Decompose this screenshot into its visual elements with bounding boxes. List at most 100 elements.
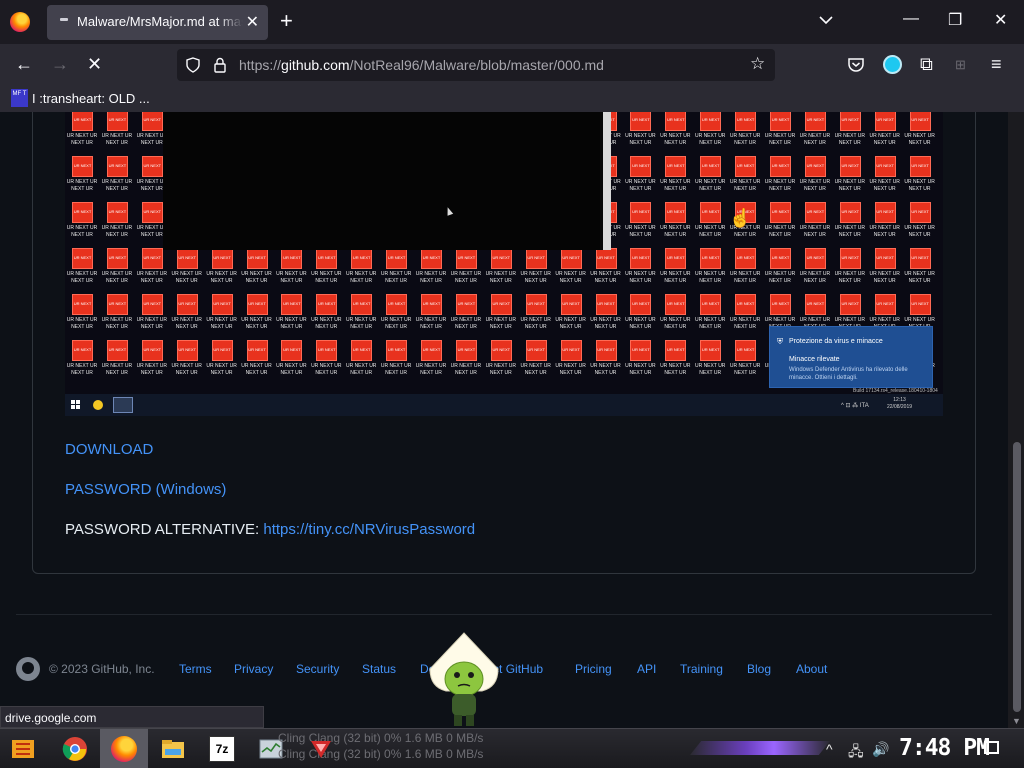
7zip-icon[interactable]: 7z — [209, 736, 235, 762]
desktop-icon: UR NEXT UR NEXT UR NEXT UR — [100, 246, 134, 292]
footer-link-privacy[interactable]: Privacy — [234, 662, 273, 676]
desktop-icon: UR NEXT UR NEXT UR NEXT UR — [100, 292, 134, 338]
network-icon[interactable]: 🖧 — [848, 741, 864, 765]
footer-link-training[interactable]: Training — [680, 662, 723, 676]
footer-link-terms[interactable]: Terms — [179, 662, 212, 676]
red-file-icon: UR NEXT — [106, 202, 128, 223]
inner-taskbar: ^ ⊡ ⁂ ITA 12:13 22/08/2019 — [65, 394, 943, 416]
lock-icon[interactable] — [213, 57, 227, 73]
desktop-icon-label: UR NEXT UR NEXT UR — [345, 363, 377, 376]
desktop-icon-label: UR NEXT UR NEXT UR — [415, 363, 447, 376]
back-arrow-icon[interactable]: ← — [15, 54, 33, 75]
github-logo-icon[interactable] — [16, 657, 40, 681]
desktop-icon: UR NEXT UR NEXT UR NEXT UR — [833, 246, 867, 292]
scrollbar-thumb[interactable] — [1013, 442, 1021, 712]
desktop-icon-label: UR NEXT UR NEXT UR — [694, 179, 726, 192]
desktop-icon: UR NEXT UR NEXT UR NEXT UR — [693, 246, 727, 292]
tray-chevron-icon[interactable]: ^ — [826, 741, 833, 757]
desktop-icon: UR NEXT UR NEXT UR NEXT UR — [868, 246, 902, 292]
red-file-icon: UR NEXT — [770, 202, 791, 223]
desktop-icon: UR NEXT UR NEXT UR NEXT UR — [728, 246, 762, 292]
footer-link-pricing[interactable]: Pricing — [575, 662, 612, 676]
desktop-icon-label: UR NEXT UR NEXT UR — [345, 271, 377, 284]
desktop-icon-label: UR NEXT UR NEXT UR — [660, 271, 691, 284]
file-explorer-icon[interactable] — [160, 736, 186, 762]
firefox-menu-icon[interactable] — [10, 12, 30, 32]
extension-icon[interactable]: ⊞ — [955, 57, 966, 73]
red-file-icon: UR NEXT — [804, 248, 826, 269]
desktop-icon-label: UR NEXT UR NEXT UR — [904, 179, 935, 192]
browser-tab-bar: Malware/MrsMajor.md at master ✕ + — ❐ ✕ — [0, 0, 1024, 44]
red-file-icon: UR NEXT — [630, 112, 652, 131]
desktop-icon-label: UR NEXT UR NEXT UR — [660, 133, 691, 146]
tab-list-chevron-icon[interactable] — [817, 11, 835, 29]
desktop-icon: UR NEXT UR NEXT UR NEXT UR — [484, 246, 518, 292]
footer-link-security[interactable]: Security — [296, 662, 339, 676]
extensions-puzzle-icon[interactable]: ⧉ — [920, 54, 933, 75]
close-window-icon[interactable]: ✕ — [994, 10, 1007, 30]
red-file-icon: UR NEXT — [141, 340, 163, 361]
bookmark-star-icon[interactable]: ☆ — [750, 54, 765, 74]
desktop-icon: UR NEXT UR NEXT UR NEXT UR — [240, 246, 274, 292]
page-scrollbar[interactable]: ▼ — [1008, 112, 1024, 728]
taskbar-clock[interactable]: 7:48 PM — [899, 735, 990, 761]
red-app-icon[interactable] — [308, 736, 334, 762]
red-file-icon: UR NEXT — [804, 294, 826, 315]
desktop-icon-label: UR NEXT UR NEXT UR — [625, 271, 656, 284]
screen: Malware/MrsMajor.md at master ✕ + — ❐ ✕ … — [0, 0, 1024, 768]
desktop-icon: UR NEXT UR NEXT UR NEXT UR — [623, 112, 657, 154]
bookmark-item[interactable]: I :transheart: OLD ... — [32, 91, 150, 106]
red-file-icon: UR NEXT — [909, 248, 931, 269]
password-alt-link[interactable]: https://tiny.cc/NRVirusPassword — [263, 521, 475, 538]
restore-icon[interactable]: ❐ — [948, 10, 962, 30]
desktop-icon: UR NEXT UR NEXT UR NEXT UR — [623, 338, 657, 384]
minimize-icon[interactable]: — — [903, 10, 919, 28]
password-windows-link[interactable]: PASSWORD (Windows) — [65, 481, 226, 498]
volume-icon[interactable]: 🔊 — [872, 741, 889, 758]
desktop-icon: UR NEXT UR NEXT UR NEXT UR — [798, 246, 832, 292]
red-file-icon: UR NEXT — [560, 294, 582, 315]
account-avatar-icon[interactable] — [883, 55, 902, 74]
red-file-icon: UR NEXT — [421, 294, 442, 315]
desktop-icon: UR NEXT UR NEXT UR NEXT UR — [903, 112, 937, 154]
red-file-icon: UR NEXT — [839, 294, 861, 315]
footer-link-about[interactable]: About — [796, 662, 827, 676]
scroll-down-icon[interactable]: ▼ — [1012, 716, 1021, 726]
desktop-icon-label: UR NEXT UR NEXT UR — [904, 271, 935, 284]
desktop-icon: UR NEXT UR NEXT UR NEXT UR — [344, 292, 378, 338]
desktop-icon: UR NEXT UR NEXT UR NEXT UR — [65, 338, 99, 384]
red-file-icon: UR NEXT — [874, 112, 896, 131]
desktop-icon: UR NEXT UR NEXT UR NEXT UR — [728, 112, 762, 154]
windows-start-icon — [71, 400, 81, 410]
url-bar[interactable]: https://github.com/NotReal96/Malware/blo… — [177, 49, 775, 81]
tab-loading-icon — [60, 18, 68, 21]
red-file-icon: UR NEXT — [106, 248, 128, 269]
url-text[interactable]: https://github.com/NotReal96/Malware/blo… — [239, 57, 604, 73]
chrome-icon[interactable] — [62, 736, 88, 762]
red-file-icon: UR NEXT — [874, 156, 896, 177]
desktop-icon-label: UR NEXT UR NEXT UR — [590, 317, 621, 330]
pocket-icon[interactable] — [847, 56, 865, 74]
start-menu-icon[interactable] — [10, 736, 36, 762]
stop-loading-icon[interactable]: ✕ — [87, 54, 102, 75]
desktop-icon-label: UR NEXT UR NEXT UR — [834, 179, 866, 192]
hamburger-menu-icon[interactable]: ≡ — [991, 54, 1002, 75]
desktop-icon-label: UR NEXT UR NEXT UR — [101, 133, 133, 146]
tracking-shield-icon[interactable] — [185, 57, 201, 73]
footer-link-blog[interactable]: Blog — [747, 662, 771, 676]
desktop-icon: UR NEXT UR NEXT UR NEXT UR — [449, 246, 483, 292]
browser-tab-active[interactable]: Malware/MrsMajor.md at master ✕ — [47, 5, 268, 40]
footer-link-status[interactable]: Status — [362, 662, 396, 676]
forward-arrow-icon[interactable]: → — [51, 54, 69, 75]
red-file-icon: UR NEXT — [281, 248, 303, 269]
red-file-icon: UR NEXT — [316, 340, 338, 361]
notification-center-icon[interactable] — [984, 741, 999, 754]
download-link[interactable]: DOWNLOAD — [65, 441, 153, 458]
window-app-icon — [113, 397, 133, 413]
footer-link-api[interactable]: API — [637, 662, 656, 676]
tab-close-icon[interactable]: ✕ — [246, 12, 259, 32]
desktop-icon-label: UR NEXT UR NEXT UR — [206, 317, 237, 330]
red-file-icon: UR NEXT — [630, 202, 652, 223]
new-tab-button[interactable]: + — [280, 9, 293, 33]
firefox-taskbar-icon[interactable] — [111, 736, 137, 762]
